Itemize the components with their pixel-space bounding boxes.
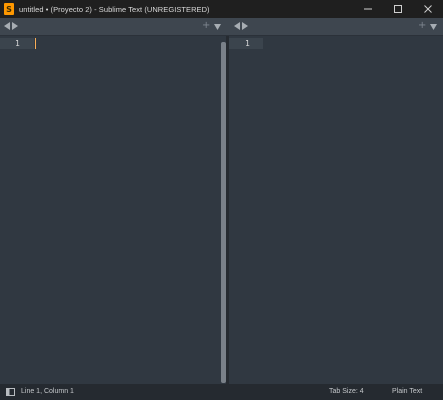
minimize-icon xyxy=(364,8,372,10)
arrow-right-icon[interactable] xyxy=(12,22,18,30)
dropdown-icon[interactable] xyxy=(214,23,222,30)
cursor-position: Line 1, Column 1 xyxy=(21,388,74,395)
right-group-actions: + xyxy=(418,21,438,31)
text-caret xyxy=(35,38,36,49)
editor-pane-left[interactable]: 1 xyxy=(0,36,226,384)
dropdown-icon[interactable] xyxy=(430,23,438,30)
plus-icon[interactable]: + xyxy=(202,21,210,31)
arrow-left-icon[interactable] xyxy=(4,22,10,30)
line-number: 1 xyxy=(245,39,250,48)
right-group-nav xyxy=(234,22,248,30)
sublime-window: S untitled • (Proyecto 2) - Sublime Text… xyxy=(0,0,443,400)
editor-pane-right[interactable]: 1 xyxy=(229,36,443,384)
plus-icon[interactable]: + xyxy=(418,21,426,31)
panel-toggle-icon[interactable] xyxy=(6,388,15,396)
close-button[interactable] xyxy=(413,0,443,18)
maximize-icon xyxy=(394,5,402,13)
close-icon xyxy=(424,5,432,13)
tab-size-indicator[interactable]: Tab Size: 4 xyxy=(329,388,364,395)
sublime-app-icon: S xyxy=(4,3,14,15)
arrow-right-icon[interactable] xyxy=(242,22,248,30)
window-title: untitled • (Proyecto 2) - Sublime Text (… xyxy=(19,4,210,14)
line-number: 1 xyxy=(15,39,20,48)
maximize-button[interactable] xyxy=(383,0,413,18)
tab-strip: + + xyxy=(0,18,443,36)
status-bar: Line 1, Column 1 Tab Size: 4 Plain Text xyxy=(0,384,443,400)
title-bar: S untitled • (Proyecto 2) - Sublime Text… xyxy=(0,0,443,18)
syntax-indicator[interactable]: Plain Text xyxy=(392,388,422,395)
window-controls xyxy=(353,0,443,18)
arrow-left-icon[interactable] xyxy=(234,22,240,30)
left-group-actions: + xyxy=(202,21,222,31)
left-group-nav xyxy=(4,22,18,30)
minimize-button[interactable] xyxy=(353,0,383,18)
